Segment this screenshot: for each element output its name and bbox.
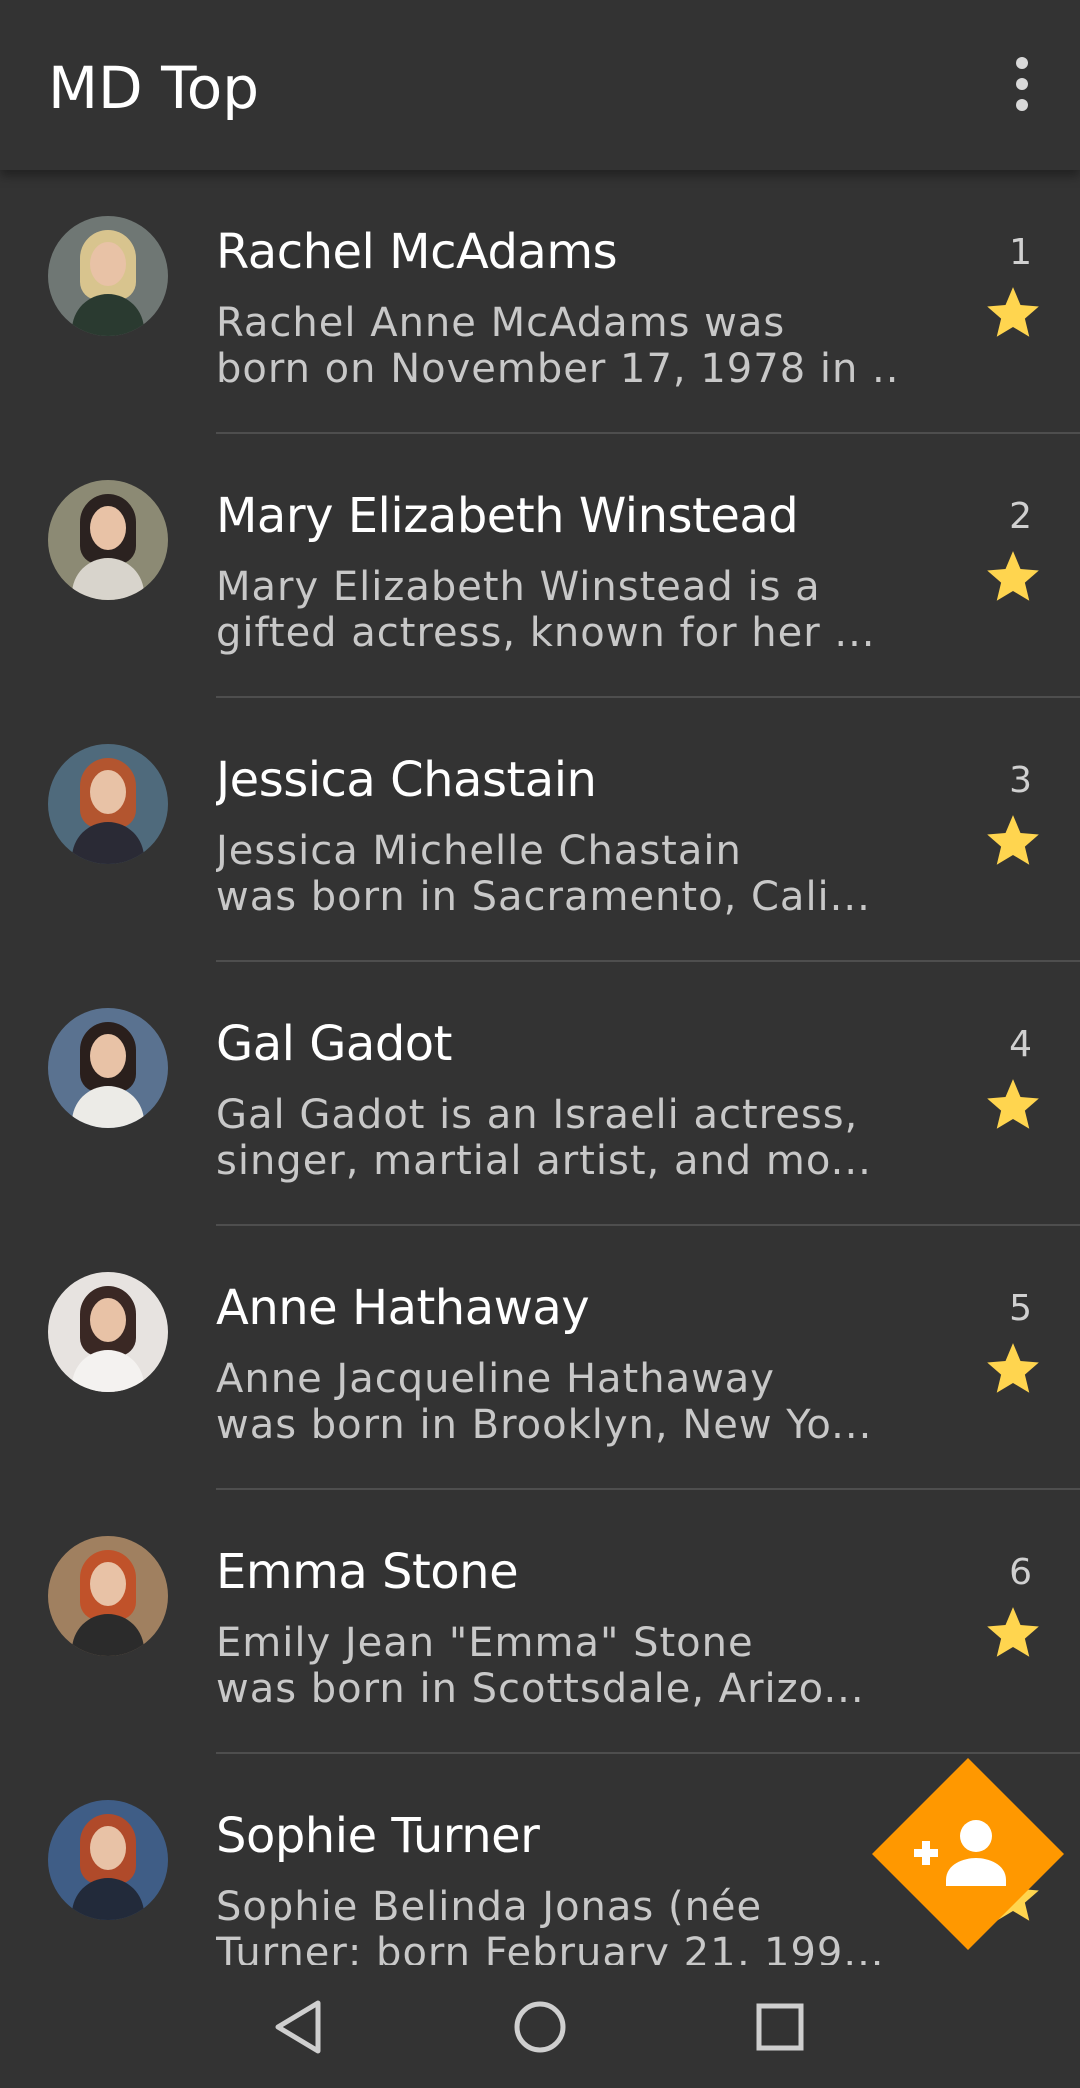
item-name: Sophie Turner	[216, 1808, 540, 1864]
list-item[interactable]: Gal Gadot Gal Gadot is an Israeli actres…	[0, 962, 1080, 1226]
app-title: MD Top	[48, 54, 260, 122]
avatar	[48, 744, 168, 864]
item-rank: 6	[1009, 1552, 1032, 1593]
avatar	[48, 1008, 168, 1128]
app-bar: MD Top	[0, 0, 1080, 170]
person-add-icon[interactable]	[866, 1752, 1070, 1956]
more-vert-icon[interactable]	[986, 48, 1058, 120]
system-nav-bar	[0, 1965, 1080, 2088]
star-icon[interactable]	[982, 810, 1044, 872]
item-description: Sophie Belinda Jonas (née Turner; born Fe…	[216, 1884, 885, 1965]
item-name: Gal Gadot	[216, 1016, 452, 1072]
nav-home-icon[interactable]	[500, 1987, 580, 2067]
item-name: Rachel McAdams	[216, 224, 618, 280]
item-name: Anne Hathaway	[216, 1280, 590, 1336]
item-description: Gal Gadot is an Israeli actress, singer, …	[216, 1092, 872, 1184]
list-item[interactable]: Rachel McAdams Rachel Anne McAdams was bo…	[0, 170, 1080, 434]
item-description: Jessica Michelle Chastain was born in Sac…	[216, 828, 871, 920]
list-item[interactable]: Mary Elizabeth Winstead Mary Elizabeth W…	[0, 434, 1080, 698]
avatar	[48, 1800, 168, 1920]
star-icon[interactable]	[982, 1338, 1044, 1400]
list-item[interactable]: Anne Hathaway Anne Jacqueline Hathaway wa…	[0, 1226, 1080, 1490]
item-rank: 3	[1009, 760, 1032, 801]
item-rank: 2	[1009, 496, 1032, 537]
item-description: Anne Jacqueline Hathaway was born in Broo…	[216, 1356, 873, 1448]
star-icon[interactable]	[982, 546, 1044, 608]
avatar	[48, 1272, 168, 1392]
item-rank: 5	[1009, 1288, 1032, 1329]
item-rank: 4	[1009, 1024, 1032, 1065]
item-name: Emma Stone	[216, 1544, 519, 1600]
nav-back-icon[interactable]	[260, 1987, 340, 2067]
star-icon[interactable]	[982, 1074, 1044, 1136]
item-name: Mary Elizabeth Winstead	[216, 488, 799, 544]
avatar	[48, 216, 168, 336]
avatar	[48, 1536, 168, 1656]
item-name: Jessica Chastain	[216, 752, 597, 808]
star-icon[interactable]	[982, 1602, 1044, 1664]
item-description: Rachel Anne McAdams was born on November …	[216, 300, 896, 392]
star-icon[interactable]	[982, 282, 1044, 344]
actress-list[interactable]: Rachel McAdams Rachel Anne McAdams was bo…	[0, 170, 1080, 1965]
item-description: Mary Elizabeth Winstead is a gifted actre…	[216, 564, 876, 656]
avatar	[48, 480, 168, 600]
item-description: Emily Jean "Emma" Stone was born in Scott…	[216, 1620, 865, 1712]
list-item[interactable]: Jessica Chastain Jessica Michelle Chasta…	[0, 698, 1080, 962]
item-rank: 1	[1009, 232, 1032, 273]
list-item[interactable]: Emma Stone Emily Jean "Emma" Stone was bo…	[0, 1490, 1080, 1754]
nav-recents-icon[interactable]	[740, 1987, 820, 2067]
